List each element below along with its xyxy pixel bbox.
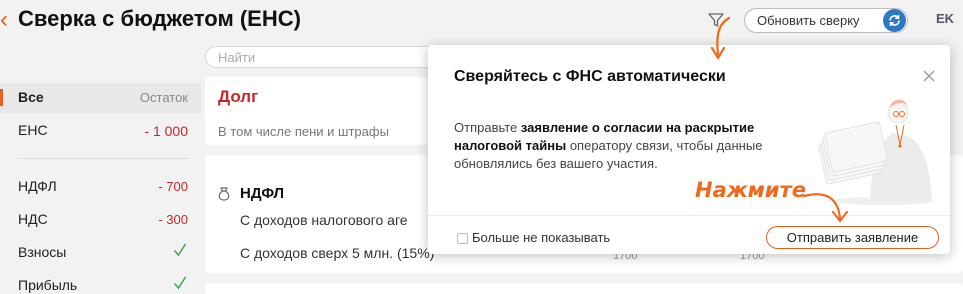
ndfl-row-label[interactable]: С доходов налогового аге bbox=[240, 212, 408, 228]
fns-auto-reconcile-dialog: Сверяйтесь с ФНС автоматически Отправьте… bbox=[428, 45, 950, 254]
sidebar-item-profit[interactable]: Прибыль bbox=[0, 271, 201, 294]
sidebar-item-ens[interactable]: ЕНС - 1 000 bbox=[0, 116, 201, 146]
dialog-divider bbox=[428, 215, 950, 216]
dialog-body-text: Отправьте bbox=[454, 120, 521, 135]
close-icon[interactable] bbox=[922, 69, 936, 83]
user-avatar[interactable]: EK bbox=[936, 11, 954, 26]
hint-label: Нажмите bbox=[695, 178, 806, 202]
sidebar-item-label: Взносы bbox=[18, 244, 67, 260]
search-input[interactable]: Найти bbox=[205, 46, 437, 68]
dialog-title: Сверяйтесь с ФНС автоматически bbox=[454, 68, 726, 85]
woman-with-documents-illustration bbox=[818, 99, 934, 205]
hint-arrow-icon bbox=[710, 16, 731, 60]
hint-arrow-icon bbox=[802, 193, 849, 223]
ndfl-section-title: НДФЛ bbox=[240, 185, 285, 202]
sidebar-item-contributions[interactable]: Взносы bbox=[0, 238, 201, 268]
dont-show-again-label[interactable]: Больше не показывать bbox=[472, 230, 610, 245]
sidebar-divider bbox=[18, 158, 189, 159]
debt-title: Долг bbox=[218, 87, 259, 106]
sidebar-item-label: ЕНС bbox=[18, 122, 48, 138]
sidebar-item-label: Все bbox=[18, 89, 44, 105]
sidebar-item-value: Остаток bbox=[139, 90, 188, 105]
search-placeholder: Найти bbox=[218, 50, 256, 65]
sidebar-item-all[interactable]: Все Остаток bbox=[0, 83, 201, 113]
sidebar-item-value: - 1 000 bbox=[144, 123, 188, 139]
refresh-button-label: Обновить сверку bbox=[757, 13, 860, 28]
sidebar-item-value: - 700 bbox=[158, 179, 188, 194]
sidebar-item-label: Прибыль bbox=[18, 277, 78, 293]
debt-subtitle: В том числе пени и штрафы bbox=[218, 124, 389, 139]
refresh-reconciliation-button[interactable]: Обновить сверку bbox=[744, 8, 908, 33]
check-icon bbox=[173, 276, 187, 290]
dialog-body: Отправьте заявление о согласии на раскры… bbox=[454, 119, 799, 173]
page-title: Сверка с бюджетом (ЕНС) bbox=[18, 6, 301, 31]
sidebar-item-value: - 300 bbox=[158, 212, 188, 227]
sidebar-item-nds[interactable]: НДС - 300 bbox=[0, 205, 201, 235]
refresh-icon bbox=[883, 9, 906, 32]
check-icon bbox=[173, 243, 187, 257]
dont-show-again-checkbox[interactable] bbox=[457, 233, 468, 244]
next-card bbox=[205, 283, 963, 294]
ndfl-row-label[interactable]: С доходов сверх 5 млн. (15%) bbox=[240, 245, 434, 261]
sidebar-item-ndfl[interactable]: НДФЛ - 700 bbox=[0, 172, 201, 202]
send-statement-button[interactable]: Отправить заявление bbox=[766, 226, 939, 249]
send-statement-label: Отправить заявление bbox=[786, 230, 919, 245]
back-chevron-icon[interactable]: ‹ bbox=[0, 6, 8, 34]
sidebar-item-label: НДФЛ bbox=[18, 178, 57, 194]
sidebar-item-label: НДС bbox=[18, 211, 48, 227]
tax-bag-icon bbox=[218, 187, 230, 201]
